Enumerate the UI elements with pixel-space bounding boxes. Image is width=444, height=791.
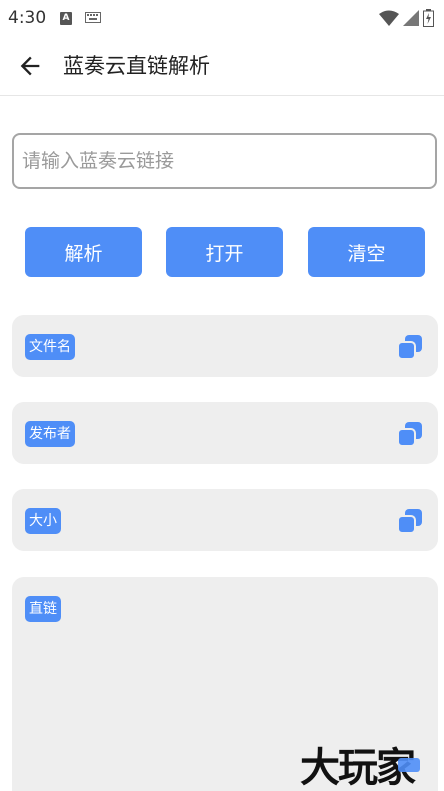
publisher-label: 发布者 — [25, 421, 75, 447]
filename-card: 文件名 — [12, 315, 438, 377]
notification-a-icon: A — [60, 12, 72, 25]
app-bar: 蓝奏云直链解析 — [0, 36, 444, 96]
page-title: 蓝奏云直链解析 — [63, 54, 210, 78]
keyboard-icon — [85, 12, 101, 23]
direct-link-label: 直链 — [25, 596, 61, 622]
status-time: 4:30 — [8, 8, 47, 28]
publisher-card: 发布者 — [12, 402, 438, 464]
battery-charging-icon — [423, 9, 434, 27]
filename-label: 文件名 — [25, 334, 75, 360]
copy-icon[interactable] — [396, 507, 424, 535]
size-card: 大小 — [12, 489, 438, 551]
clear-button[interactable]: 清空 — [308, 227, 425, 277]
url-input[interactable] — [12, 133, 437, 189]
copy-icon[interactable] — [396, 420, 424, 448]
wifi-icon — [379, 10, 399, 26]
copy-icon[interactable] — [396, 333, 424, 361]
size-label: 大小 — [25, 508, 61, 534]
signal-icon — [403, 10, 419, 26]
arrow-left-icon[interactable] — [16, 52, 44, 80]
status-right-icons — [379, 8, 434, 28]
open-button[interactable]: 打开 — [166, 227, 283, 277]
watermark-logo: 大玩家 — [300, 745, 416, 791]
parse-button[interactable]: 解析 — [25, 227, 142, 277]
status-bar: 4:30 A — [0, 0, 444, 36]
watermark-mark — [398, 758, 420, 772]
